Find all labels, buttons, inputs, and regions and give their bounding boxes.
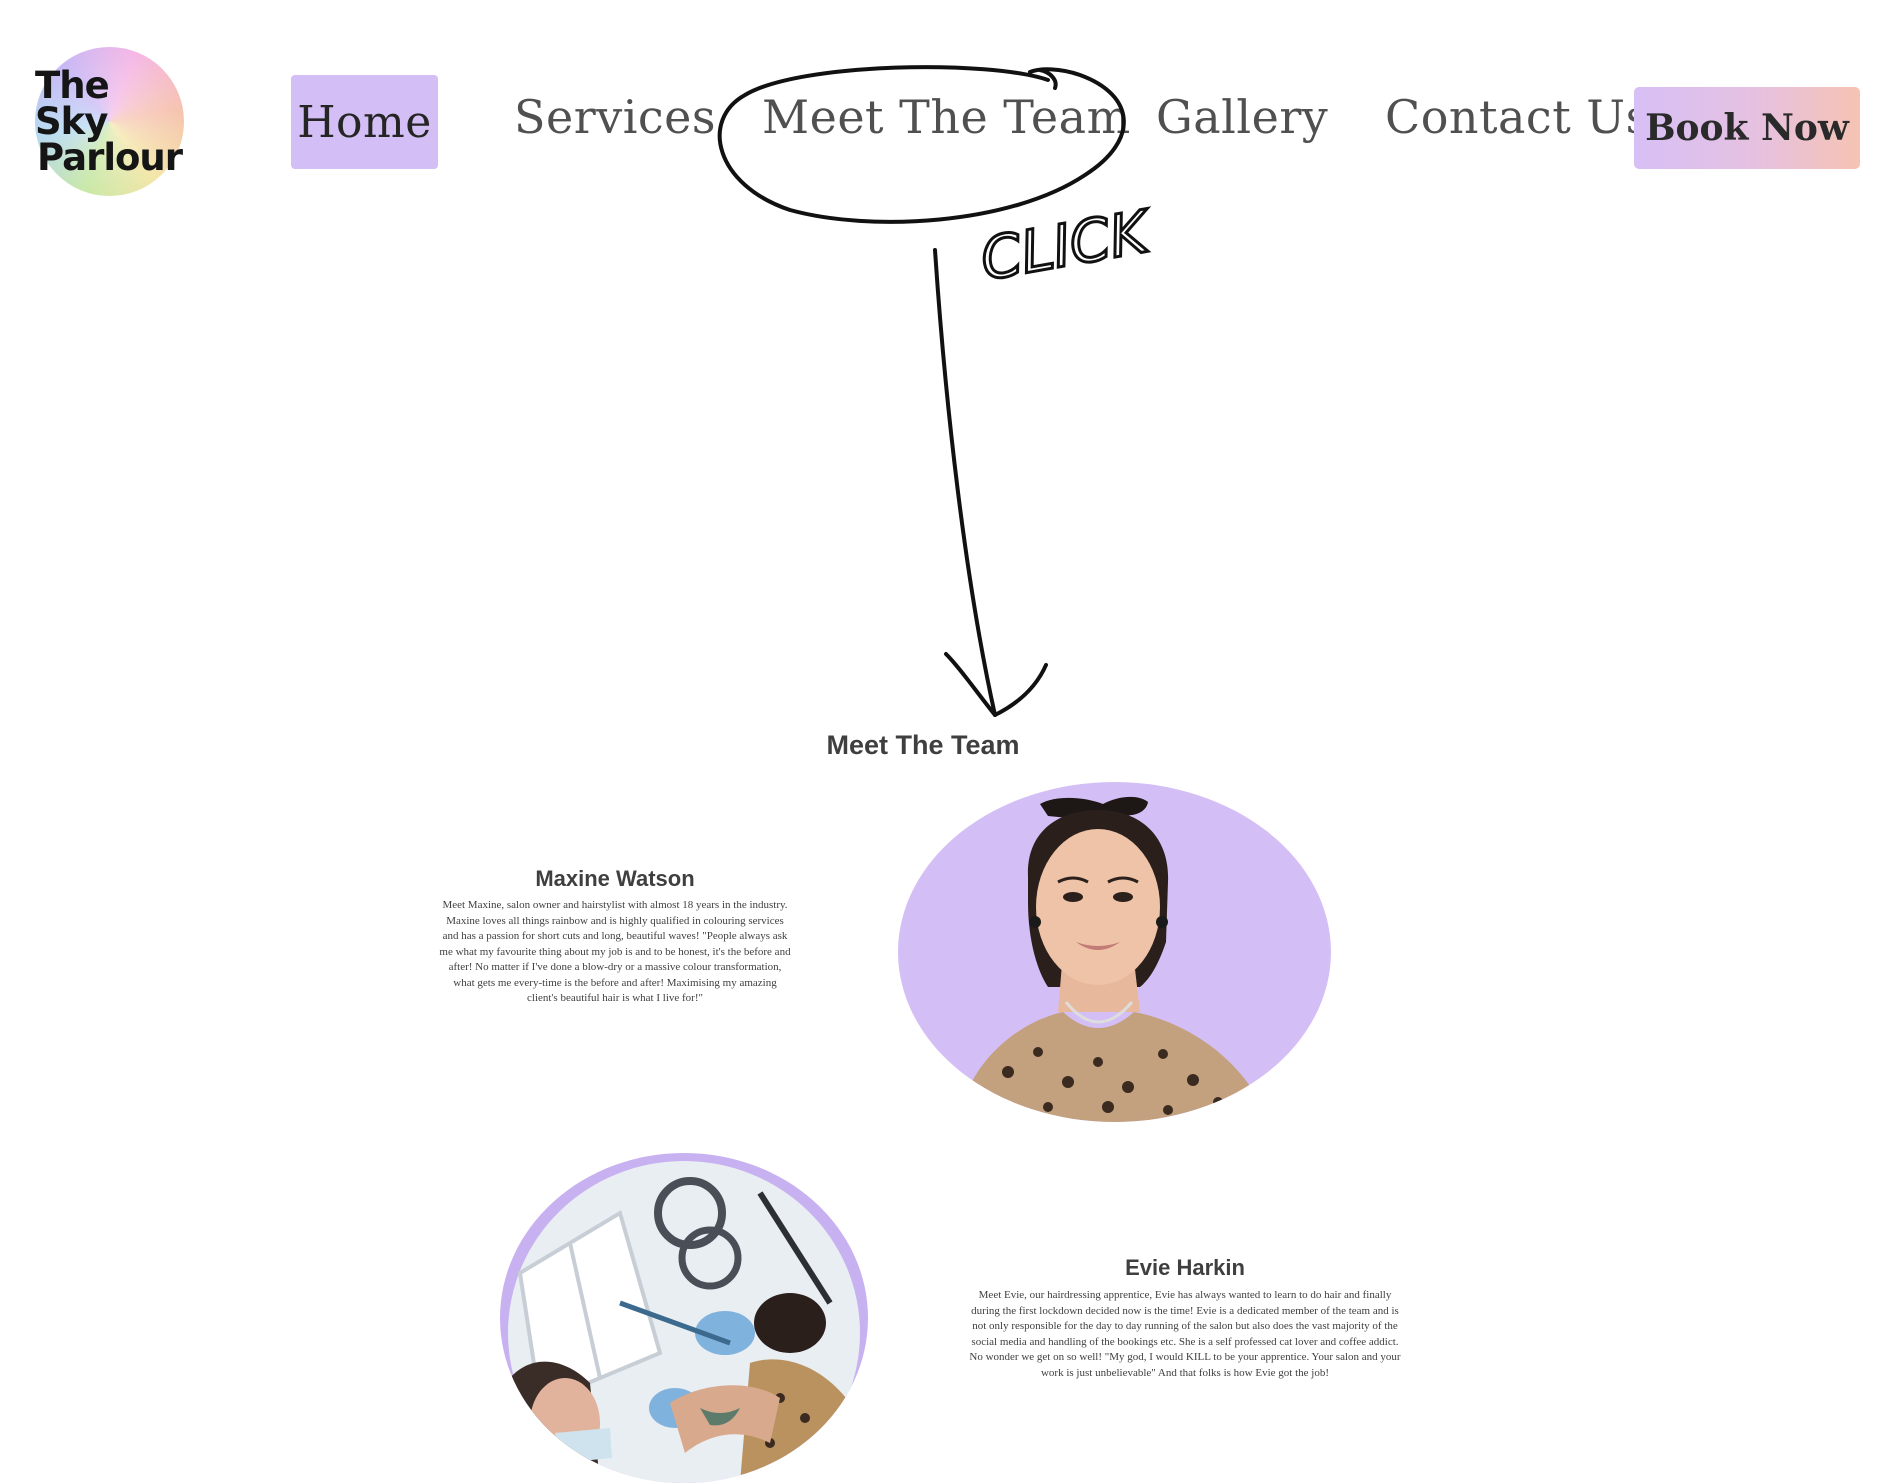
arrow-head (944, 652, 1048, 717)
nav-meet-the-team[interactable]: Meet The Team (762, 90, 1131, 144)
nav-contact-us[interactable]: Contact Us (1385, 90, 1650, 144)
click-label: CLICK (976, 197, 1158, 294)
bio-line: not only responsible for the day to day … (972, 1320, 1398, 1332)
bio-line: during the first lockdown decided now is… (971, 1304, 1399, 1317)
bio-line: client's beautiful hair is what I live f… (527, 992, 703, 1004)
section-title: Meet The Team (826, 730, 1020, 760)
bio-line: Meet Maxine, salon owner and hairstylist… (442, 899, 788, 911)
member-name: Maxine Watson (535, 866, 695, 891)
bio-line: what gets me every-time is the before an… (453, 976, 777, 989)
arrow-shaft (933, 248, 997, 717)
bio-line: work is just unbelievable" And that folk… (1040, 1366, 1329, 1379)
member-name: Evie Harkin (1125, 1255, 1245, 1280)
member-bio: Meet Evie, our hairdressing apprentice, … (960, 1288, 1410, 1381)
nav-home[interactable]: Home (291, 75, 438, 169)
member-photo-maxine (898, 782, 1331, 1122)
logo[interactable]: The Sky Parlour (35, 47, 184, 196)
bio-line: after! No matter if I've done a blow-dry… (448, 961, 782, 973)
logo-line-2: Parlour (36, 135, 183, 179)
nav-gallery[interactable]: Gallery (1156, 90, 1328, 144)
bio-line: me what my favourite thing about my job … (439, 945, 791, 958)
member-photo-evie (500, 1153, 868, 1483)
logo-line-1: The Sky (35, 63, 110, 143)
bio-line: Meet Evie, our hairdressing apprentice, … (978, 1289, 1392, 1301)
bio-line: Maxine loves all things rainbow and is h… (446, 914, 784, 927)
bio-line: and has a passion for short cuts and lon… (442, 930, 788, 942)
bio-line: No wonder we get on so well! "My god, I … (969, 1351, 1401, 1363)
bio-line: social media and handling of the booking… (971, 1335, 1399, 1348)
nav-services[interactable]: Services (514, 90, 716, 144)
member-bio: Meet Maxine, salon owner and hairstylist… (420, 898, 810, 1007)
book-now-button[interactable]: Book Now (1634, 87, 1860, 169)
